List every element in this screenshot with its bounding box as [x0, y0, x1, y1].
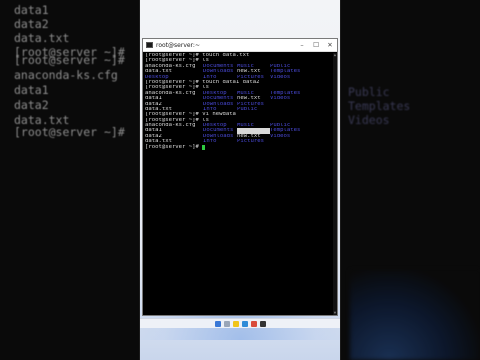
terminal-cell	[270, 139, 310, 144]
bg-line: data2	[14, 98, 49, 112]
terminal-cell: Public	[237, 106, 258, 112]
window-title: root@server:~	[156, 41, 200, 49]
bg-line: anaconda-ks.cfg	[14, 68, 118, 82]
terminal-prompt[interactable]: [root@server ~]#	[145, 143, 335, 150]
browser-icon[interactable]	[241, 320, 248, 327]
terminal-cell	[270, 107, 310, 112]
terminal-cell: Pictures	[237, 139, 264, 145]
search-icon[interactable]	[223, 320, 230, 327]
terminal-cell: Videos	[270, 74, 291, 80]
bg-line: [root@server ~]#	[14, 125, 125, 139]
wallpaper-swirl	[350, 270, 480, 360]
terminal-taskbar-icon[interactable]	[259, 320, 266, 327]
terminal-window[interactable]: root@server:~ – ☐ ✕ [root@server ~]# tou…	[142, 38, 338, 316]
taskbar	[140, 318, 340, 328]
file-explorer-icon[interactable]	[232, 320, 239, 327]
background-terminal-right: Public Templates Videos	[340, 0, 480, 360]
bg-line: data1	[14, 83, 49, 97]
terminal-cell: Info	[203, 139, 217, 145]
app-icon[interactable]	[250, 320, 257, 327]
text-cursor	[202, 144, 206, 150]
bg-line: [root@server ~]#	[14, 53, 125, 67]
scroll-down-icon[interactable]: ▼	[333, 311, 337, 315]
bg-line: Videos	[348, 113, 390, 127]
maximize-button[interactable]: ☐	[309, 41, 323, 49]
prompt-text: [root@server ~]#	[145, 143, 203, 150]
terminal-icon	[146, 42, 153, 48]
minimize-button[interactable]: –	[295, 41, 309, 49]
background-terminal-left: data1 data2 data.txt [root@server ~]# [r…	[0, 0, 140, 360]
scroll-up-icon[interactable]: ▲	[333, 53, 337, 57]
terminal-output[interactable]: [root@server ~]# touch data.txt [root@ser…	[143, 52, 337, 151]
title-bar[interactable]: root@server:~ – ☐ ✕	[143, 39, 337, 52]
scrollbar[interactable]: ▲ ▼	[333, 53, 337, 315]
close-button[interactable]: ✕	[323, 41, 337, 49]
start-icon[interactable]	[214, 320, 221, 327]
